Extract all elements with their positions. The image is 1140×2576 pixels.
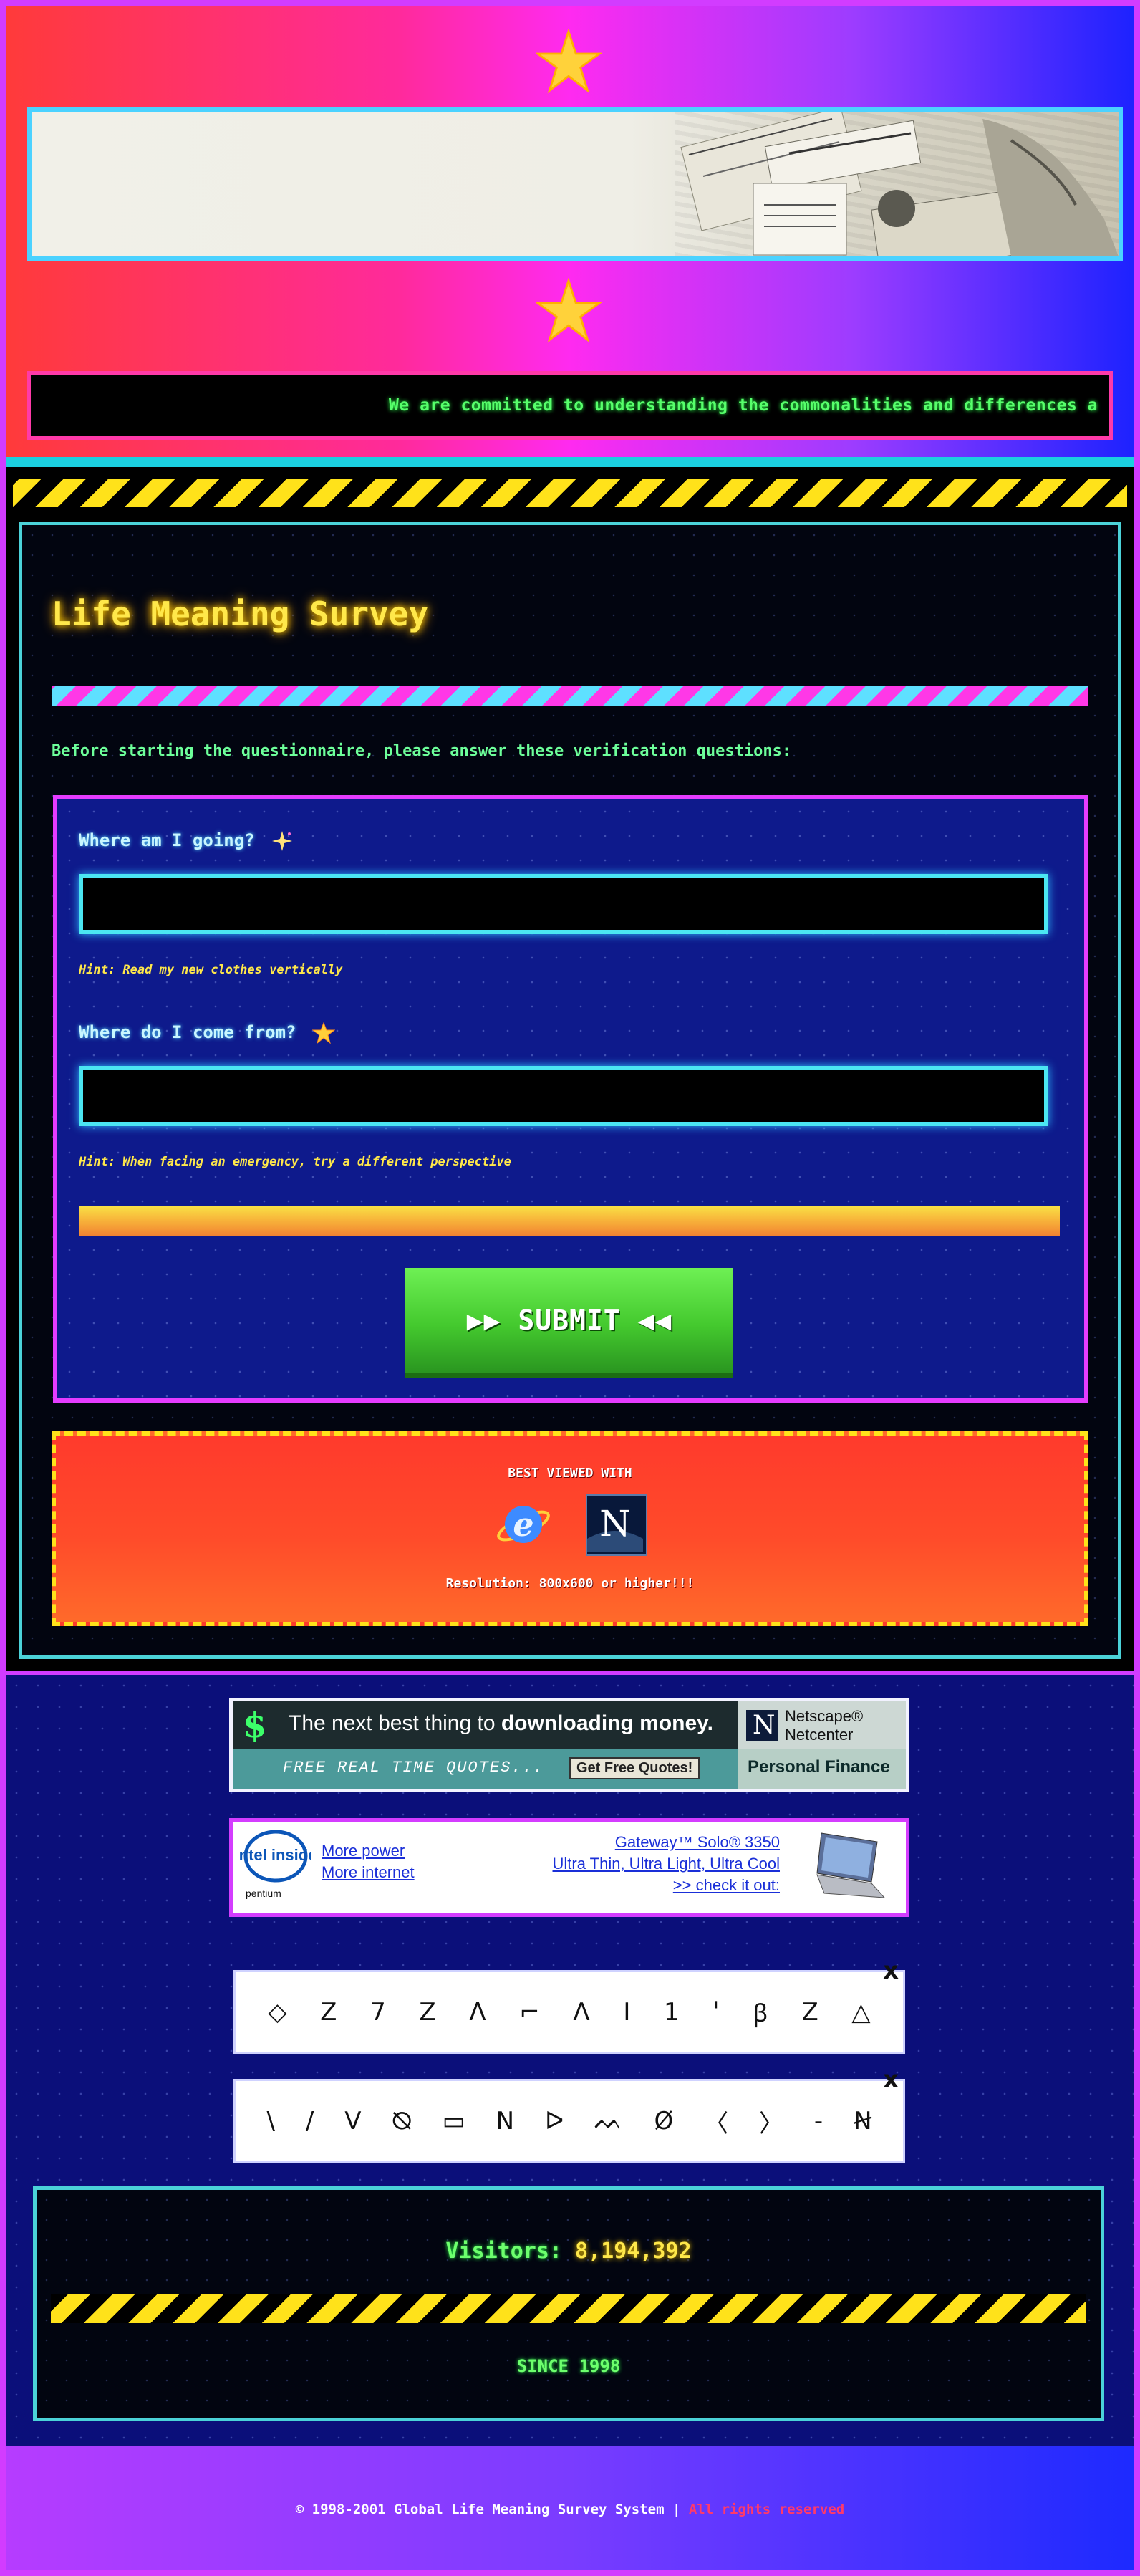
symbol: V	[344, 2107, 362, 2135]
question-2-hint: Hint: When facing an emergency, try a di…	[79, 1155, 511, 1169]
star-icon	[311, 1022, 335, 1044]
since-text: SINCE 1998	[516, 2356, 621, 2376]
svg-text:intel inside: intel inside	[240, 1846, 311, 1864]
ad2-line1-link[interactable]: More power	[322, 1842, 405, 1860]
star-icon	[536, 29, 602, 94]
submit-button[interactable]: ▶▶ SUBMIT ◀◀	[405, 1268, 733, 1373]
symbol: I	[623, 1998, 631, 2027]
symbol: Ø	[654, 2107, 674, 2135]
copyright-text: © 1998-2001 Global Life Meaning Survey S…	[295, 2501, 689, 2517]
pink-cyan-stripe	[52, 686, 1088, 706]
visitor-counter-box: Visitors: 8,194,392 SINCE 1998	[33, 2186, 1104, 2421]
ad1-section-bar: Personal Finance	[738, 1749, 906, 1789]
symbol: ꞵ	[753, 1999, 768, 2028]
check-it-out-link[interactable]: >> check it out:	[673, 1876, 780, 1895]
netscape-icon: N	[586, 1494, 647, 1556]
symbol: Z	[320, 1998, 337, 2027]
symbol: /	[305, 2107, 314, 2135]
question-2-text: Where do I come from?	[79, 1022, 296, 1042]
symbol: N	[496, 2107, 515, 2135]
intro-text: Before starting the questionnaire, pleas…	[52, 742, 792, 760]
symbol-row-1: x ◇ Z 7 Z ᐱ ⌐ Λ I 1 ˈ ꞵ Z △	[233, 1956, 905, 2054]
gateway-intel-ad[interactable]: intel inside pentium More power More int…	[229, 1818, 909, 1917]
footer-text: © 1998-2001 Global Life Meaning Survey S…	[6, 2501, 1134, 2517]
symbol: △	[851, 1998, 871, 2027]
visitor-counter: Visitors: 8,194,392	[37, 2239, 1101, 2264]
cyan-divider	[6, 457, 1134, 467]
dollar-icon: $	[243, 1706, 267, 1746]
close-button[interactable]: x	[883, 2065, 899, 2094]
symbol: ▭	[442, 2107, 465, 2135]
symbol: Λ	[573, 1998, 590, 2027]
orange-divider-bar	[79, 1206, 1060, 1236]
ad1-section: Personal Finance	[748, 1757, 890, 1777]
symbol: Ꞥ	[854, 2107, 872, 2135]
ad1-bottom: FREE REAL TIME QUOTES... NO L Get Free Q…	[233, 1749, 738, 1789]
symbol: ◇	[268, 1998, 287, 2027]
ad2-line2-link[interactable]: More internet	[322, 1863, 415, 1882]
symbol-row-2: x \ / V ⦰ ▭ N ᐅ ᨓ Ø 〈 〉 - Ꞥ	[233, 2065, 905, 2163]
symbol: -	[813, 2107, 823, 2135]
ad1-brand: N Netscape® Netcenter Personal Finance	[738, 1701, 906, 1789]
symbol: ⌐	[519, 1998, 540, 2027]
close-button[interactable]: x	[883, 1956, 899, 1985]
internet-explorer-icon: e	[494, 1494, 553, 1553]
star-icon	[536, 278, 602, 343]
laptop-icon	[800, 1829, 889, 1909]
ad2-tagline-link[interactable]: Ultra Thin, Ultra Light, Ultra Cool	[553, 1855, 781, 1873]
symbol: ᨓ	[594, 2107, 624, 2135]
ad2-product-link[interactable]: Gateway™ Solo® 3350	[615, 1833, 780, 1852]
ad1-headline: The next best thing to downloading money…	[289, 1711, 713, 1735]
best-viewed-label: BEST VIEWED WITH	[508, 1466, 632, 1481]
symbol: ᐅ	[544, 2107, 564, 2135]
declaration-collage-icon	[680, 112, 1119, 256]
sparkle-icon	[272, 831, 293, 851]
symbol: 1	[664, 1998, 680, 2027]
ad1-quotes-text: FREE REAL TIME QUOTES... NO L	[283, 1759, 555, 1777]
hazard-stripe	[51, 2294, 1086, 2323]
pentium-text: pentium	[246, 1888, 281, 1899]
question-2-input[interactable]	[79, 1066, 1048, 1126]
question-2-label: Where do I come from?	[79, 1022, 335, 1044]
visitor-label: Visitors:	[445, 2239, 562, 2264]
symbol: 7	[370, 1998, 386, 2027]
symbol: 〉	[759, 2109, 784, 2138]
visitor-count: 8,194,392	[575, 2239, 692, 2264]
get-free-quotes-button[interactable]: Get Free Quotes!	[569, 1757, 700, 1779]
ad1-brand-top: Netscape®	[785, 1707, 864, 1725]
hazard-stripe	[13, 479, 1127, 507]
resolution-note: Resolution: 800x600 or higher!!!	[445, 1576, 695, 1591]
question-1-input[interactable]	[79, 874, 1048, 934]
rights-text: All rights reserved	[688, 2501, 845, 2517]
symbol: ᐱ	[469, 1998, 486, 2027]
symbol: \	[266, 2107, 275, 2135]
symbol: 〈	[704, 2109, 729, 2138]
symbol: ⦰	[392, 2107, 412, 2135]
page-title: Life Meaning Survey	[52, 595, 429, 633]
header-banner	[27, 107, 1123, 261]
question-1-hint: Hint: Read my new clothes vertically	[79, 963, 343, 977]
netscape-letter: N	[599, 1503, 631, 1544]
ie-letter: e	[513, 1505, 533, 1544]
netscape-logo-icon: N	[746, 1710, 778, 1741]
ticker-text: We are committed to understanding the co…	[389, 396, 1098, 415]
question-1-label: Where am I going?	[79, 830, 294, 852]
marquee-ticker: We are committed to understanding the co…	[27, 371, 1113, 440]
netscape-finance-ad[interactable]: $ The next best thing to downloading mon…	[229, 1698, 909, 1792]
footer: © 1998-2001 Global Life Meaning Survey S…	[6, 2446, 1134, 2570]
symbol: ˈ	[712, 1998, 720, 2027]
declaration-image	[675, 112, 1119, 256]
question-1-text: Where am I going?	[79, 830, 255, 850]
intel-inside-logo-icon: intel inside pentium	[235, 1827, 317, 1899]
symbol: Z	[801, 1998, 818, 2027]
ad1-brand-bottom: Netcenter	[785, 1726, 854, 1744]
symbol: Z	[419, 1998, 436, 2027]
best-viewed-box	[52, 1431, 1088, 1626]
